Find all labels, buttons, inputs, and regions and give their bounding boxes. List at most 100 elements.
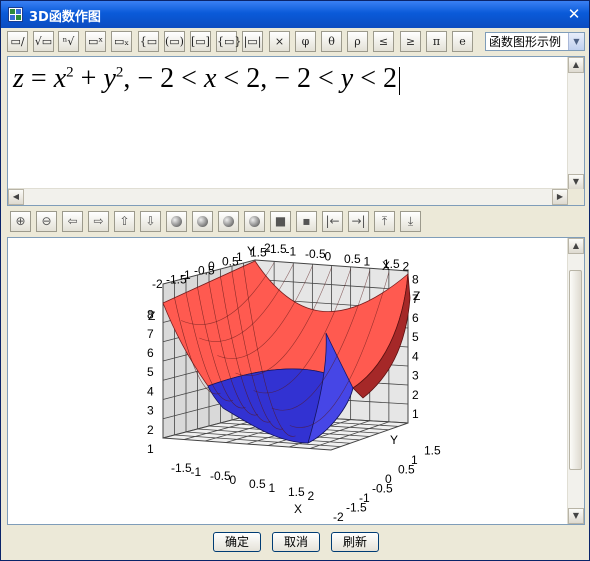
brace-template-button[interactable]: {▭	[138, 31, 159, 52]
shading-sphere-icon	[197, 216, 208, 227]
z-tick-label-left: 5	[147, 365, 154, 379]
math-template-toolbar: 函数图形示例 ▼ ▭/▭√▭ⁿ√ ▭ˣ▭ₓ {▭(▭)[▭]{▭}|▭| ×φθρ≤ ≥…	[7, 31, 585, 67]
x-tick-label-bottom: 0.5	[249, 477, 266, 491]
geq-button[interactable]: ≥	[400, 31, 421, 52]
y-axis-label-bottom: Y	[390, 433, 398, 447]
move-down-button[interactable]: ⤓	[400, 211, 421, 232]
sqrt-template-button[interactable]: √▭	[33, 31, 54, 52]
rotate-right-button[interactable]: ⇨	[88, 211, 109, 232]
box-off-button[interactable]: ▪	[296, 211, 317, 232]
x-axis-label-top: X	[382, 259, 390, 273]
editor-horizontal-scrollbar[interactable]: ◀ ▶	[8, 188, 568, 205]
times-button[interactable]: ×	[269, 31, 290, 52]
scroll-down-icon[interactable]: ▼	[568, 174, 584, 190]
window-title: 3D函数作图	[29, 10, 101, 25]
z-tick-label-left: 7	[147, 327, 154, 341]
move-right-button[interactable]: →|	[348, 211, 369, 232]
y-tick-label-bottom: 1	[411, 453, 418, 467]
z-tick-label-right: 4	[412, 349, 419, 363]
example-function-select[interactable]: 函数图形示例 ▼	[485, 32, 585, 51]
braces-template-button[interactable]: {▭}	[216, 31, 241, 52]
viewport-vertical-scrollbar[interactable]: ▲ ▼	[567, 238, 584, 524]
text-caret	[399, 66, 401, 95]
shading-sphere-icon	[249, 216, 260, 227]
move-up-button[interactable]: ⤒	[374, 211, 395, 232]
y-tick-label-bottom: 0	[385, 472, 392, 486]
theta-button[interactable]: θ	[321, 31, 342, 52]
example-select-value: 函数图形示例	[489, 35, 562, 49]
dialog-buttons: 确定 取消 刷新	[1, 529, 589, 559]
app-icon	[8, 7, 23, 22]
rotate-left-button[interactable]: ⇦	[62, 211, 83, 232]
y-axis-label-top: Y	[247, 244, 255, 258]
y-tick-label-top: -2	[152, 277, 163, 291]
ok-button[interactable]: 确定	[213, 532, 261, 552]
x-tick-label-bottom: -1	[191, 465, 202, 479]
subscript-template-button[interactable]: ▭ₓ	[111, 31, 132, 52]
zoom-in-button[interactable]: ⊕	[10, 211, 31, 232]
box-on-button[interactable]: ■	[270, 211, 291, 232]
editor-vertical-scrollbar[interactable]: ▲ ▼	[567, 57, 584, 190]
plot-viewport[interactable]: 1 2 3 4 5 6 7 8 1 2 3 4 5 6 7 8 Z Z -2 -1.5 -1 -0.5 0 0.5 1 1.5 2 Y…	[7, 237, 585, 525]
x-tick-label-top: 2	[403, 260, 410, 274]
y-tick-label-top: 0	[208, 259, 215, 273]
z-tick-label-left: 1	[147, 442, 154, 456]
y-tick-label-top: -1	[180, 268, 191, 282]
scroll-right-icon[interactable]: ▶	[552, 189, 568, 205]
formula-part-1: , − 2 <	[123, 63, 204, 94]
title-bar: 3D函数作图 ✕	[1, 1, 589, 28]
nth-root-template-button[interactable]: ⁿ√	[58, 31, 79, 52]
formula-z: z	[13, 63, 24, 94]
x-tick-label-top: 0.5	[344, 252, 361, 266]
x-tick-label-bottom: 1	[269, 481, 276, 495]
scroll-thumb[interactable]	[569, 270, 582, 470]
close-button[interactable]: ✕	[565, 5, 583, 23]
scroll-down-icon[interactable]: ▼	[568, 508, 584, 524]
superscript-template-button[interactable]: ▭ˣ	[85, 31, 106, 52]
scroll-up-icon[interactable]: ▲	[568, 57, 584, 73]
formula-y: y	[103, 63, 116, 94]
formula-x-2: x	[203, 63, 217, 94]
phi-button[interactable]: φ	[295, 31, 316, 52]
shading-4-button[interactable]	[244, 211, 265, 232]
view-toolbar: ⊕ ⊖ ⇦ ⇨ ⇧ ⇩ ■ ▪ |← →| ⤒ ⤓	[7, 210, 585, 234]
parentheses-template-button[interactable]: (▭)	[164, 31, 185, 52]
brackets-template-button[interactable]: [▭]	[190, 31, 211, 52]
cancel-button[interactable]: 取消	[272, 532, 320, 552]
x-tick-label-top: -1.5	[266, 242, 287, 256]
shading-1-button[interactable]	[166, 211, 187, 232]
x-tick-label-bottom: -0.5	[210, 469, 231, 483]
refresh-button[interactable]: 刷新	[331, 532, 379, 552]
scroll-up-icon[interactable]: ▲	[568, 238, 584, 254]
formula-exp-1: 2	[66, 64, 74, 81]
x-tick-label-top: -1	[286, 245, 297, 259]
formula-y-2: y	[340, 63, 354, 94]
formula-part-3: < 2	[353, 63, 398, 94]
y-tick-label-bottom: -1	[359, 491, 370, 505]
fraction-template-button[interactable]: ▭/▭	[7, 31, 28, 67]
formula-x: x	[53, 63, 67, 94]
x-tick-label-bottom: 1.5	[288, 485, 305, 499]
pi-button[interactable]: π	[426, 31, 447, 52]
z-tick-label-right: 3	[412, 369, 419, 383]
leq-button[interactable]: ≤	[373, 31, 394, 52]
y-tick-label-top: 1	[236, 250, 243, 264]
scrollbar-corner	[568, 189, 584, 205]
formula-editor[interactable]: z = x2 + y2, − 2 < x < 2, − 2 < y < 2 ▲ …	[7, 56, 585, 206]
shading-2-button[interactable]	[192, 211, 213, 232]
rho-button[interactable]: ρ	[347, 31, 368, 52]
z-tick-label-left: 6	[147, 346, 154, 360]
abs-template-button[interactable]: |▭|	[242, 31, 263, 52]
rotate-down-button[interactable]: ⇩	[140, 211, 161, 232]
z-axis-label-left: Z	[148, 309, 155, 323]
shading-3-button[interactable]	[218, 211, 239, 232]
z-tick-label-right: 6	[412, 311, 419, 325]
rotate-up-button[interactable]: ⇧	[114, 211, 135, 232]
zoom-out-button[interactable]: ⊖	[36, 211, 57, 232]
e-button[interactable]: e	[452, 31, 473, 52]
chevron-down-icon[interactable]: ▼	[568, 33, 584, 50]
z-tick-label-left: 4	[147, 384, 154, 398]
z-tick-label-left: 2	[147, 423, 154, 437]
scroll-left-icon[interactable]: ◀	[8, 189, 24, 205]
move-left-button[interactable]: |←	[322, 211, 343, 232]
